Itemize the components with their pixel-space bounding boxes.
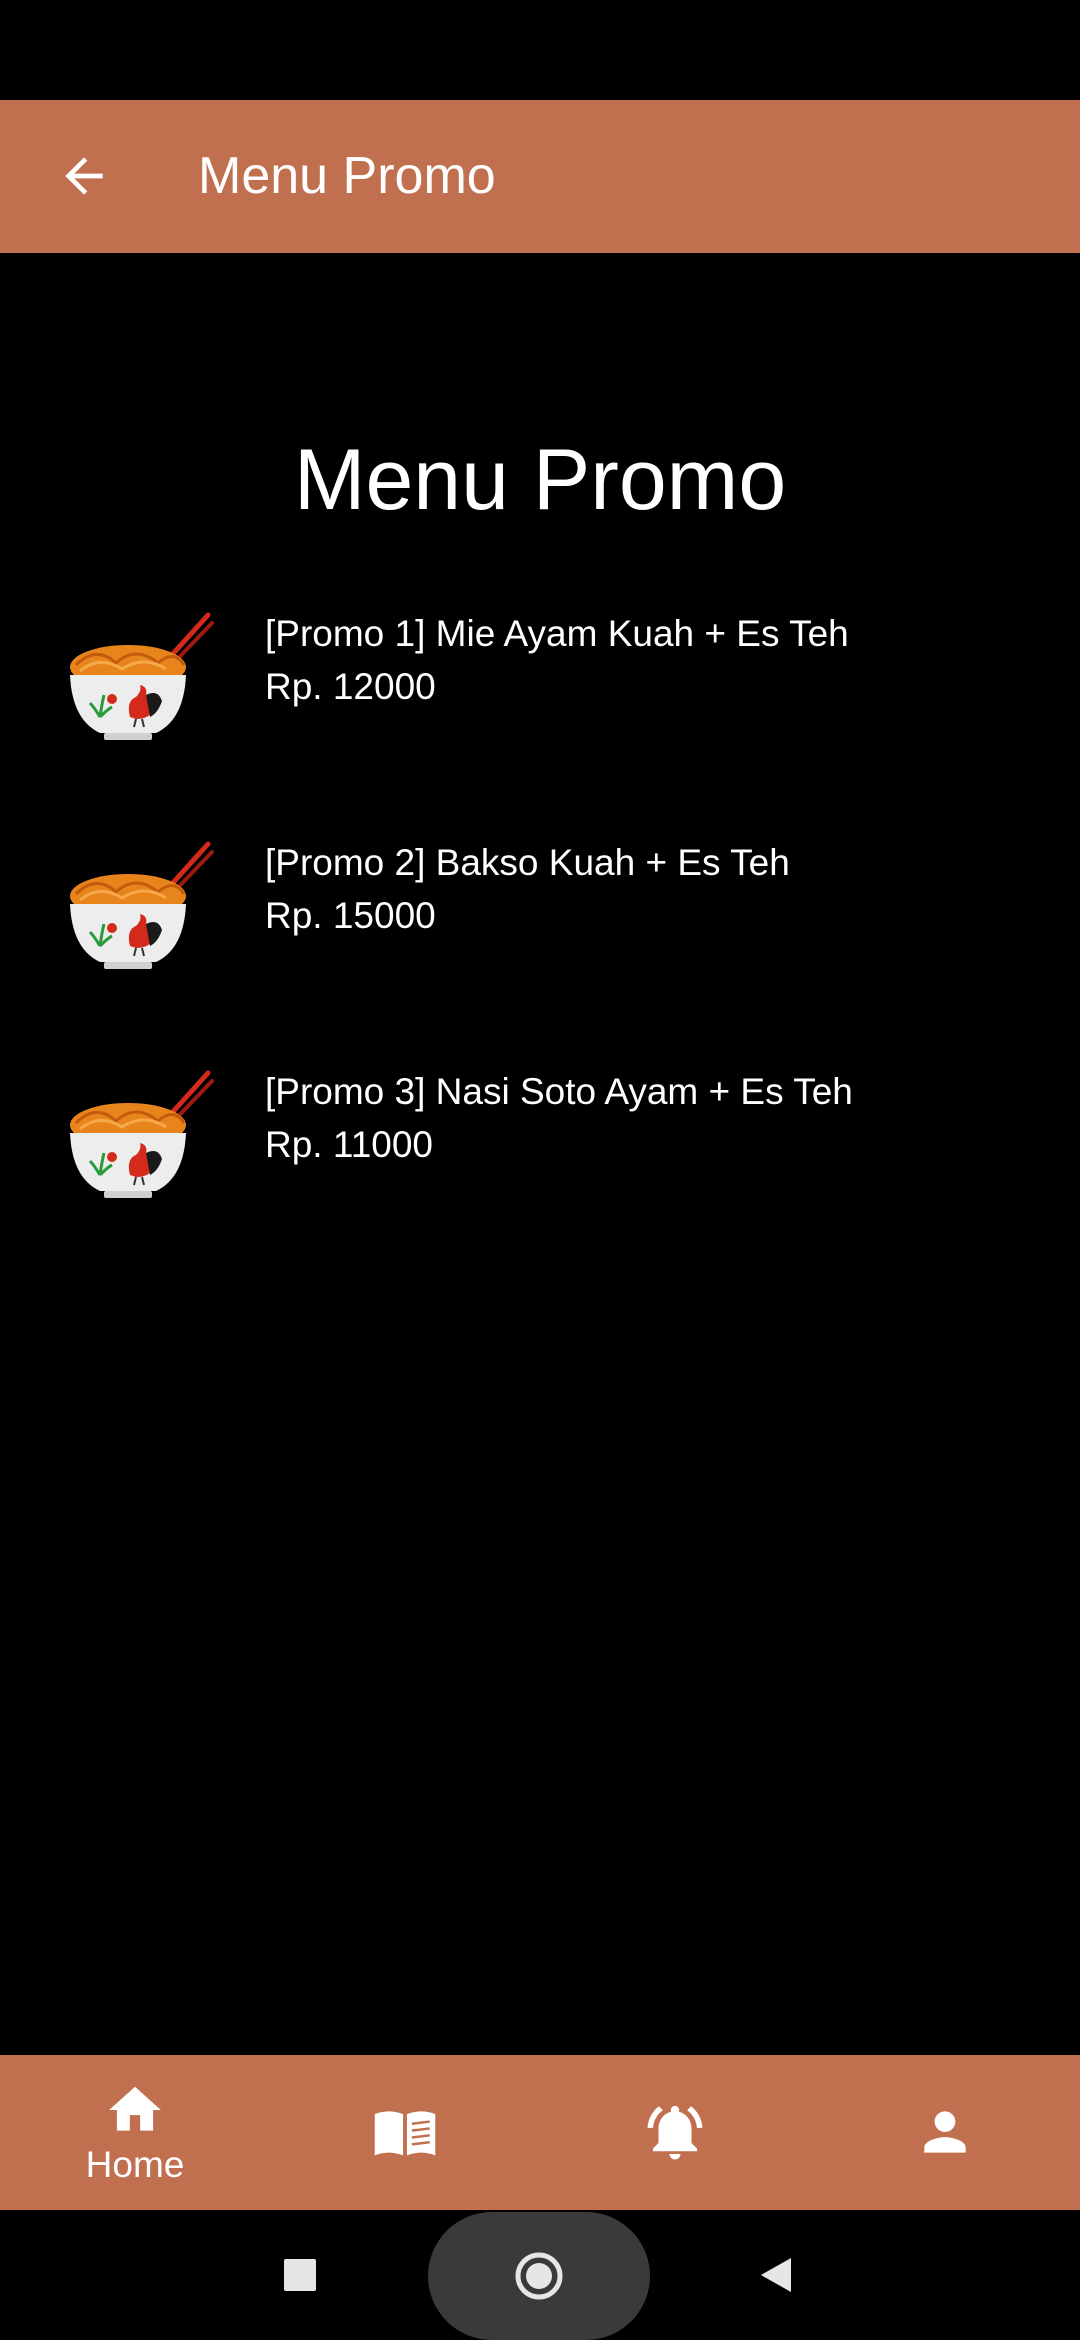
- promo-price: Rp. 12000: [265, 666, 436, 707]
- back-button[interactable]: [36, 128, 132, 224]
- recents-button[interactable]: [260, 2235, 340, 2315]
- home-button[interactable]: [428, 2212, 650, 2340]
- promo-item[interactable]: [Promo 3] Nasi Soto Ayam + Es Teh Rp. 11…: [0, 1043, 1080, 1272]
- promo-text: [Promo 3] Nasi Soto Ayam + Es Teh Rp. 11…: [265, 1065, 1045, 1171]
- app-bar: Menu Promo: [0, 100, 1080, 253]
- promo-text: [Promo 2] Bakso Kuah + Es Teh Rp. 15000: [265, 836, 1045, 942]
- nav-label-home: Home: [85, 2143, 185, 2185]
- promo-name: [Promo 2] Bakso Kuah + Es Teh: [265, 842, 790, 883]
- screen: Menu Promo Menu Promo [Promo 1] Mie Ayam…: [0, 0, 1080, 2340]
- bottom-navigation: Home: [0, 2055, 1080, 2210]
- home-icon: [109, 2086, 161, 2131]
- app-bar-title: Menu Promo: [198, 147, 496, 205]
- promo-name: [Promo 1] Mie Ayam Kuah + Es Teh: [265, 613, 849, 654]
- profile-icon: [924, 2110, 966, 2153]
- home-circle-icon: [515, 2252, 563, 2300]
- nav-item-profile[interactable]: [810, 2055, 1080, 2210]
- promo-item[interactable]: [Promo 2] Bakso Kuah + Es Teh Rp. 15000: [0, 814, 1080, 1043]
- recents-square-icon: [284, 2259, 316, 2291]
- promo-text: [Promo 1] Mie Ayam Kuah + Es Teh Rp. 120…: [265, 607, 1045, 713]
- noodle-bowl-icon: [70, 841, 214, 969]
- status-bar: [0, 0, 1080, 100]
- promo-price: Rp. 15000: [265, 895, 436, 936]
- menu-book-icon: [374, 2110, 436, 2155]
- nav-item-menu[interactable]: [270, 2055, 540, 2210]
- nav-item-notifications[interactable]: [540, 2055, 810, 2210]
- notification-bell-icon: [647, 2105, 703, 2159]
- system-navigation-bar: [0, 2210, 1080, 2340]
- promo-list: [Promo 1] Mie Ayam Kuah + Es Teh Rp. 120…: [0, 585, 1080, 1272]
- promo-item[interactable]: [Promo 1] Mie Ayam Kuah + Es Teh Rp. 120…: [0, 585, 1080, 814]
- nav-item-home[interactable]: Home: [0, 2055, 270, 2210]
- arrow-left-icon: [65, 157, 103, 195]
- back-system-button[interactable]: [736, 2235, 816, 2315]
- promo-price: Rp. 11000: [265, 1124, 433, 1165]
- back-triangle-icon: [761, 2258, 791, 2292]
- noodle-bowl-icon: [70, 1070, 214, 1198]
- promo-name: [Promo 3] Nasi Soto Ayam + Es Teh: [265, 1071, 853, 1112]
- noodle-bowl-icon: [70, 612, 214, 740]
- page-heading: Menu Promo: [293, 432, 787, 528]
